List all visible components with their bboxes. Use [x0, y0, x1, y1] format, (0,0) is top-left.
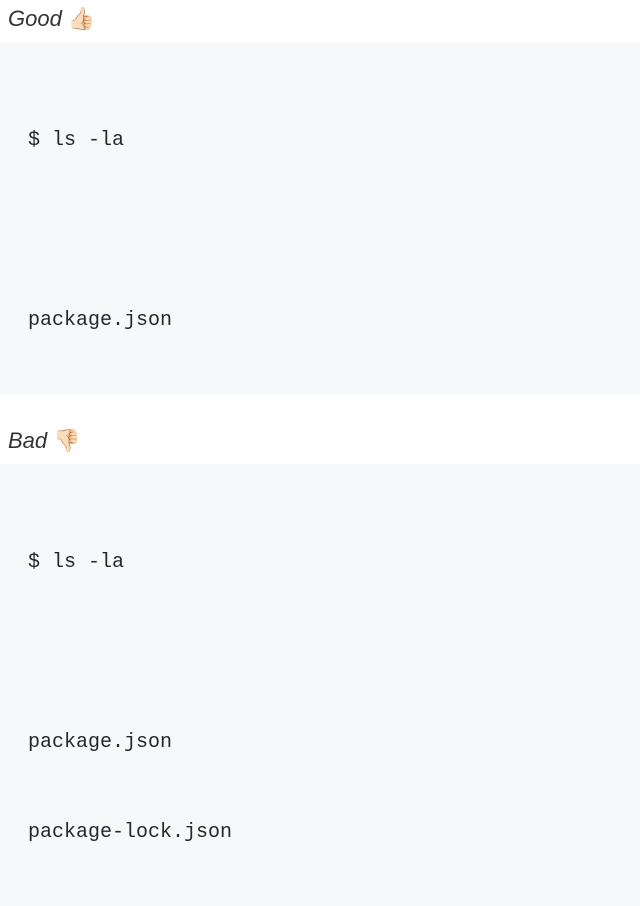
- good-label: Good 👍🏻: [0, 0, 640, 42]
- section-gap: [0, 394, 640, 422]
- blank-line: [28, 216, 612, 246]
- good-command: $ ls -la: [28, 126, 612, 156]
- thumbs-down-icon: 👎🏻: [53, 430, 80, 452]
- good-text: Good: [8, 6, 62, 32]
- good-output-line: package.json: [28, 306, 612, 336]
- bad-code-block: $ ls -la package.json package-lock.json: [0, 464, 640, 906]
- blank-line: [28, 638, 612, 668]
- bad-label: Bad 👎🏻: [0, 422, 640, 464]
- good-code-block: $ ls -la package.json: [0, 42, 640, 394]
- bad-output-line: package.json: [28, 728, 612, 758]
- thumbs-up-icon: 👍🏻: [68, 8, 95, 30]
- bad-command: $ ls -la: [28, 548, 612, 578]
- bad-output-line: package-lock.json: [28, 818, 612, 848]
- bad-text: Bad: [8, 428, 47, 454]
